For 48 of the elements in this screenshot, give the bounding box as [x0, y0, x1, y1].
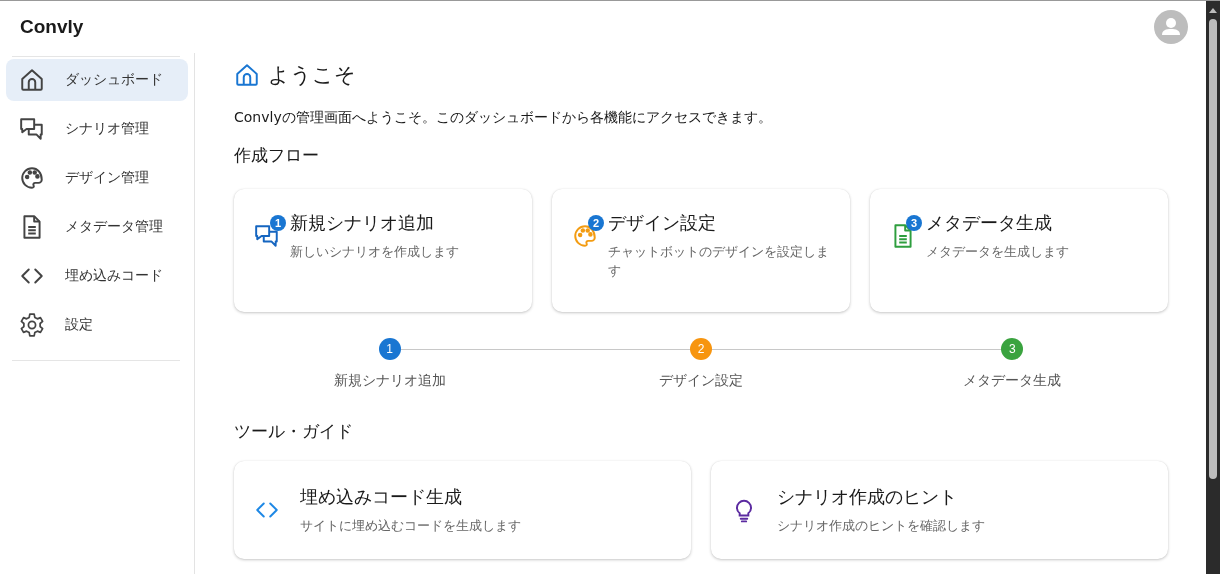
settings-icon: [19, 312, 45, 338]
section-heading: ツール・ガイド: [234, 420, 354, 443]
card-title: 新規シナリオ追加: [290, 211, 435, 235]
card-title: 埋め込みコード生成: [300, 484, 463, 509]
scrollbar-thumb[interactable]: [1209, 19, 1217, 479]
flow-card[interactable]: 2 デザイン設定 チャットボットのデザインを設定します: [552, 189, 850, 312]
palette-icon: [19, 165, 45, 191]
page-title: ようこそ: [268, 62, 356, 89]
chat-bubbles-icon: [19, 116, 45, 142]
step-label: メタデータ生成: [963, 372, 1062, 390]
tool-card[interactable]: 埋め込みコード生成 サイトに埋め込むコードを生成します: [234, 461, 691, 559]
card-title: メタデータ生成: [926, 211, 1053, 235]
tool-card[interactable]: シナリオ作成のヒント シナリオ作成のヒントを確認します: [711, 461, 1168, 559]
step-circle: 3: [1001, 338, 1024, 360]
sidebar-item-label: 埋め込みコード: [65, 267, 163, 285]
card-description: チャットボットのデザインを設定します: [608, 243, 830, 280]
card-description: サイトに埋め込むコードを生成します: [300, 516, 521, 535]
home-icon: [19, 67, 45, 93]
card-title: シナリオ作成のヒント: [777, 484, 958, 509]
card-title: デザイン設定: [608, 211, 717, 235]
sidebar-item[interactable]: メタデータ管理: [6, 206, 188, 248]
card-description: 新しいシナリオを作成します: [290, 243, 459, 261]
sidebar-item[interactable]: シナリオ管理: [6, 108, 188, 150]
flow-card[interactable]: 3 メタデータ生成 メタデータを生成します: [870, 189, 1168, 312]
sidebar-item-label: デザイン管理: [65, 169, 149, 187]
flow-card[interactable]: 1 新規シナリオ追加 新しいシナリオを作成します: [234, 189, 532, 312]
step-badge: 3: [906, 215, 922, 231]
intro-text: Convlyの管理画面へようこそ。このダッシュボードから各機能にアクセスできます。: [234, 109, 773, 127]
step-badge: 1: [270, 215, 286, 231]
step-label: 新規シナリオ追加: [333, 372, 446, 390]
sidebar-item[interactable]: デザイン管理: [6, 157, 188, 199]
sidebar-item[interactable]: ダッシュボード: [6, 59, 188, 101]
app-title: Convly: [20, 16, 84, 38]
sidebar-item-label: シナリオ管理: [65, 120, 149, 138]
step-circle: 2: [690, 338, 712, 360]
card-description: シナリオ作成のヒントを確認します: [777, 516, 985, 535]
scrollbar[interactable]: [1206, 1, 1220, 574]
sidebar-item-label: 設定: [65, 316, 93, 334]
home-icon: [234, 62, 260, 88]
step-circle: 1: [378, 338, 401, 360]
section-heading: 作成フロー: [234, 144, 320, 167]
sidebar-item-label: メタデータ管理: [65, 218, 163, 236]
card-description: メタデータを生成します: [926, 243, 1069, 261]
sidebar-item-label: ダッシュボード: [65, 71, 163, 89]
step-badge: 2: [588, 215, 604, 231]
sidebar-item[interactable]: 設定: [6, 304, 188, 346]
sidebar-item[interactable]: 埋め込みコード: [6, 255, 188, 297]
step-label: デザイン設定: [659, 372, 743, 390]
